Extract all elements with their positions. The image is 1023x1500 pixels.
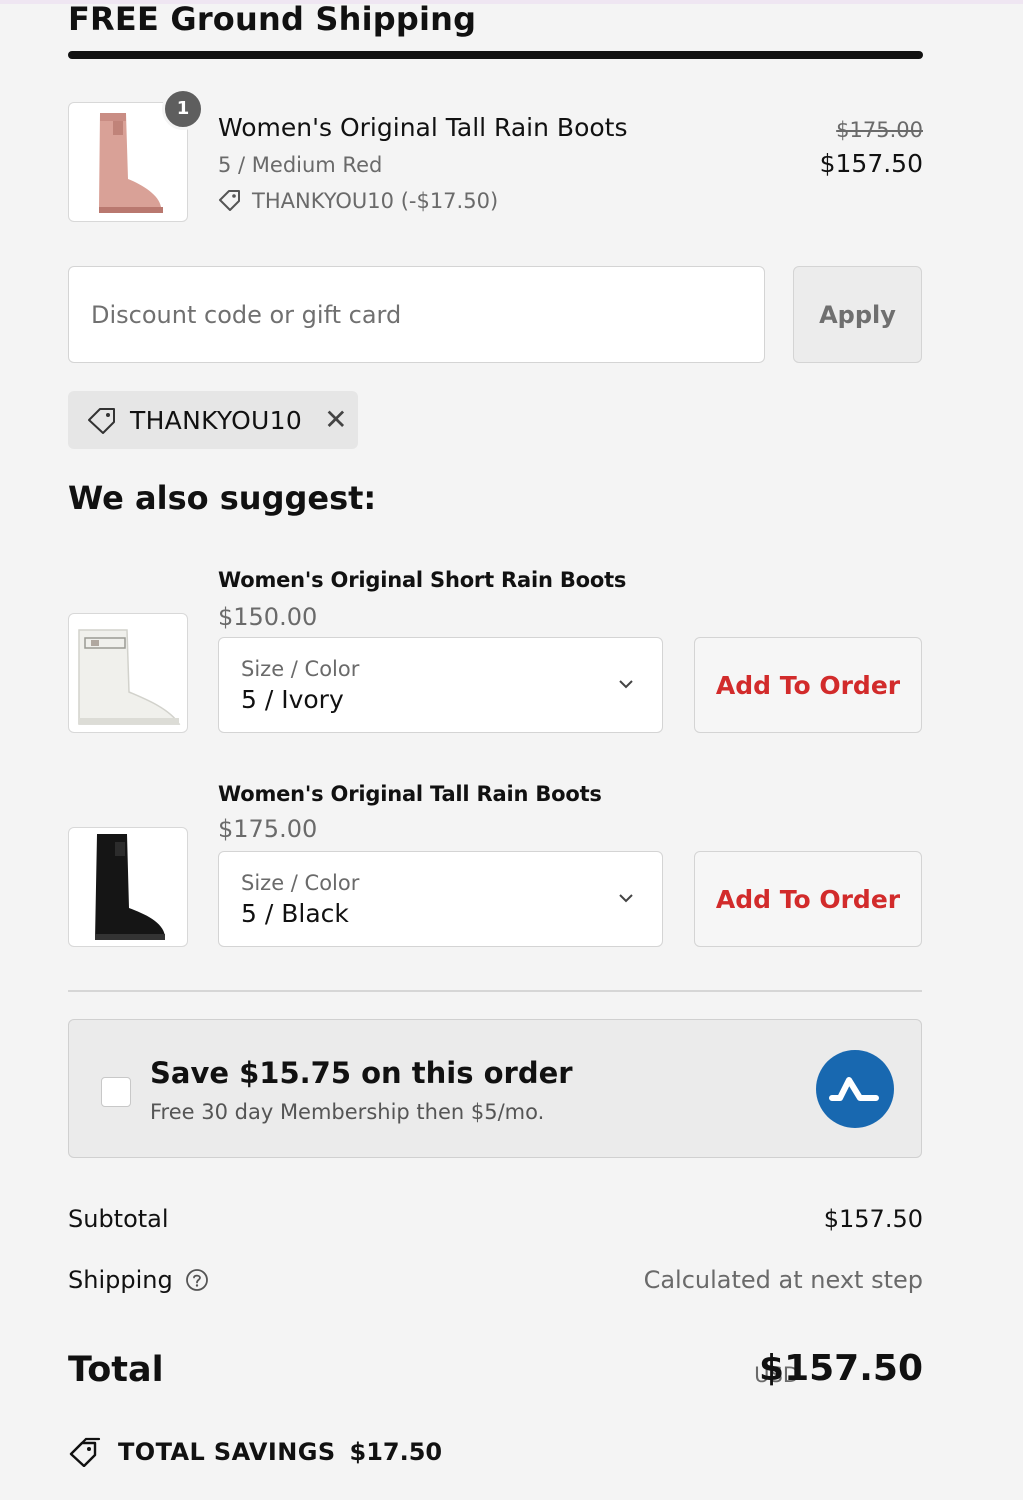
tag-icon — [219, 190, 240, 211]
membership-checkbox[interactable] — [101, 1077, 131, 1107]
divider — [68, 990, 922, 992]
membership-offer: Save $15.75 on this order Free 30 day Me… — [68, 1019, 922, 1158]
black-boot-image — [95, 834, 165, 940]
savings-label: TOTAL SAVINGS — [118, 1438, 336, 1466]
add-to-order-button[interactable]: Add To Order — [694, 637, 922, 733]
discount-code-input[interactable] — [68, 266, 765, 363]
shipping-label: Shipping — [68, 1266, 173, 1294]
tag-icon — [88, 408, 115, 434]
savings-tag-icon — [69, 1437, 101, 1467]
close-icon[interactable]: ✕ — [324, 406, 347, 434]
suggestions-heading: We also suggest: — [68, 479, 377, 517]
apply-button[interactable]: Apply — [793, 266, 922, 363]
select-label: Size / Color — [241, 871, 360, 895]
total-savings: TOTAL SAVINGS $17.50 — [68, 1437, 442, 1467]
ivory-boot-image — [78, 629, 181, 725]
original-price: $175.00 — [836, 118, 923, 142]
suggestion-price: $150.00 — [218, 603, 318, 631]
add-to-order-button[interactable]: Add To Order — [694, 851, 922, 947]
size-color-select[interactable]: Size / Color 5 / Ivory — [218, 637, 663, 733]
cart-item-name: Women's Original Tall Rain Boots — [218, 113, 628, 142]
sale-price: $157.50 — [819, 149, 923, 178]
total-value: $157.50 — [759, 1348, 923, 1389]
chevron-down-icon — [619, 894, 633, 903]
shipping-value: Calculated at next step — [643, 1266, 923, 1294]
membership-title: Save $15.75 on this order — [150, 1056, 573, 1090]
suggestion-name: Women's Original Tall Rain Boots — [218, 782, 602, 806]
select-value: 5 / Ivory — [241, 685, 344, 714]
shipping-heading: FREE Ground Shipping — [68, 0, 477, 38]
cart-item-discount-label: THANKYOU10 (-$17.50) — [252, 189, 499, 213]
membership-subtitle: Free 30 day Membership then $5/mo. — [150, 1100, 545, 1124]
suggestion-price: $175.00 — [218, 815, 318, 843]
subtotal-label: Subtotal — [68, 1205, 169, 1233]
subtotal-value: $157.50 — [823, 1205, 923, 1233]
applied-code-label: THANKYOU10 — [130, 405, 303, 435]
select-value: 5 / Black — [241, 899, 349, 928]
applied-code-chip: THANKYOU10 ✕ — [68, 391, 358, 449]
membership-logo-icon — [816, 1050, 894, 1128]
quantity-badge: 1 — [162, 88, 204, 130]
suggestion-name: Women's Original Short Rain Boots — [218, 568, 627, 592]
help-icon[interactable] — [185, 1268, 209, 1292]
total-label: Total — [68, 1350, 164, 1390]
select-label: Size / Color — [241, 657, 360, 681]
cart-item-discount: THANKYOU10 (-$17.50) — [218, 186, 498, 216]
size-color-select[interactable]: Size / Color 5 / Black — [218, 851, 663, 947]
chevron-down-icon — [619, 680, 633, 689]
progress-bar — [68, 51, 923, 59]
savings-value: $17.50 — [349, 1438, 443, 1466]
cart-item-variant: 5 / Medium Red — [218, 153, 383, 177]
suggestion-thumbnail — [68, 827, 188, 947]
suggestion-thumbnail — [68, 613, 188, 733]
